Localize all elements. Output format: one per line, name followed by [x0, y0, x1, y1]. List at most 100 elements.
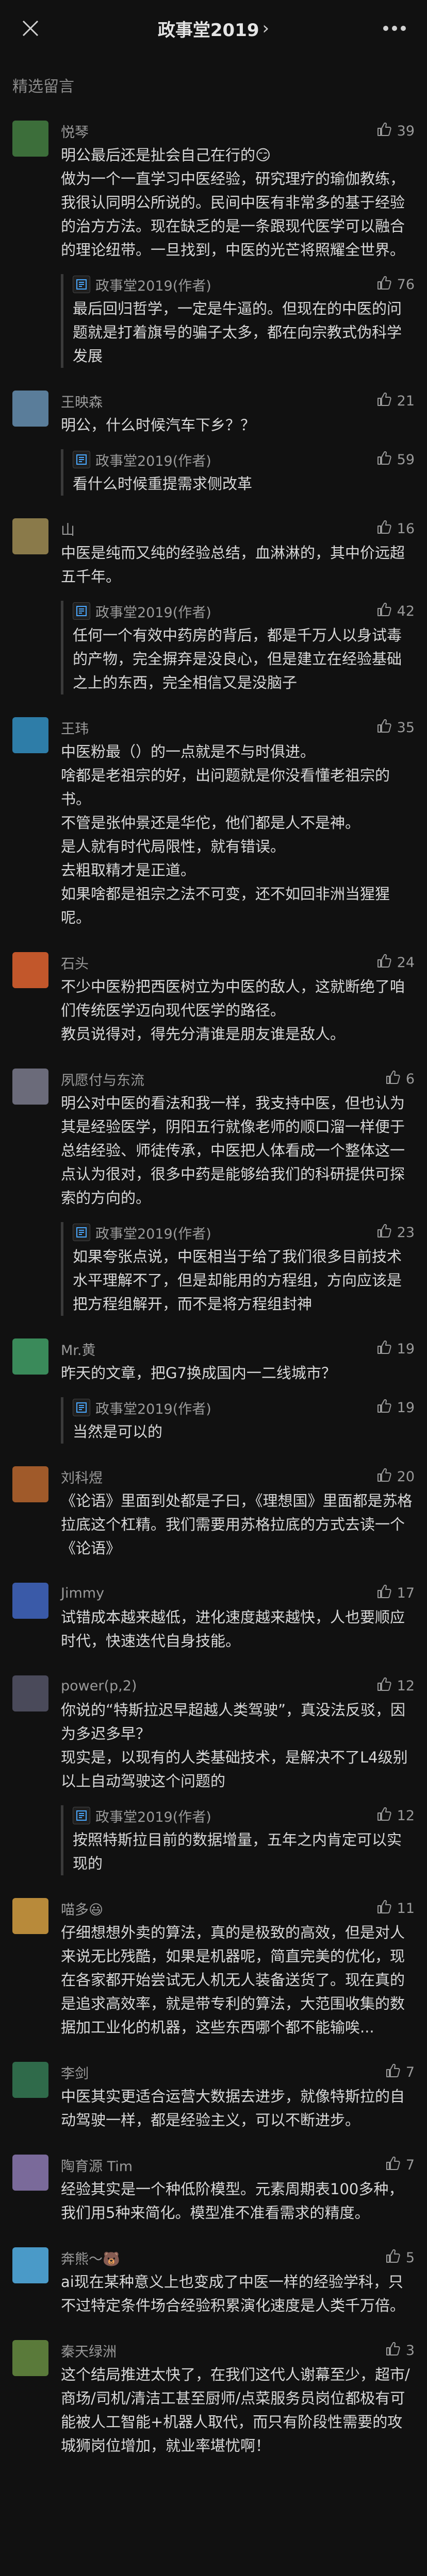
reply-header: 政事堂2019(作者) 59 — [73, 449, 415, 470]
author-logo-icon — [73, 1224, 90, 1241]
thumbs-up-icon — [385, 2248, 406, 2267]
reply-author-name: 政事堂2019(作者) — [95, 453, 211, 469]
close-icon[interactable] — [21, 19, 40, 38]
comment-text: 你说的“特斯拉迟早超越人类驾驶”，真没法反驳，因为多迟多早？ 现实是，以现有的人… — [61, 1701, 408, 1790]
comment-text: 中医是纯而又纯的经验总结，血淋淋的，其中价远超五千年。 — [61, 544, 405, 585]
comment-username[interactable]: 秦天绿洲 — [61, 2341, 117, 2361]
avatar[interactable] — [12, 2062, 48, 2098]
like-button[interactable]: 35 — [376, 718, 415, 737]
reply-like-button[interactable]: 19 — [376, 1398, 415, 1417]
reply-like-button[interactable]: 59 — [376, 450, 415, 469]
comment-text: ai现在某种意义上也变成了中医一样的经验学科，只不过特定条件场合经验积累演化速度… — [61, 2273, 405, 2314]
avatar[interactable] — [12, 1898, 48, 1934]
like-button[interactable]: 7 — [385, 2063, 415, 2082]
thumbs-up-icon — [376, 1467, 397, 1486]
reply-like-button[interactable]: 76 — [376, 275, 415, 294]
comment-item: 刘科煜 20 《论语》里面到处都是子曰，《理想国》里面都是苏格拉底这个杠精。我们需要… — [0, 1459, 427, 1575]
comment-body: 王映森 21 明公，什么时候汽车下乡？？ 政事堂2019(作者) 59 看什么时候重提需求… — [61, 391, 415, 496]
comment-header: 李剑 7 — [61, 2062, 415, 2082]
like-button[interactable]: 17 — [376, 1584, 415, 1603]
like-button[interactable]: 39 — [376, 122, 415, 141]
reply-author-name: 政事堂2019(作者) — [95, 604, 211, 621]
reply-like-button[interactable]: 42 — [376, 602, 415, 621]
avatar[interactable] — [12, 2155, 48, 2191]
like-button[interactable]: 21 — [376, 392, 415, 411]
article-title[interactable]: 政事堂2019 › — [158, 16, 269, 41]
comment-username[interactable]: 夙愿付与东流 — [61, 1069, 144, 1089]
like-button[interactable]: 6 — [385, 1070, 415, 1089]
comment-username[interactable]: 李剑 — [61, 2062, 89, 2082]
comment-username[interactable]: power(p,2) — [61, 1678, 137, 1694]
like-button[interactable]: 3 — [385, 2341, 415, 2360]
thumbs-up-icon — [376, 1223, 397, 1242]
article-title-text: 政事堂2019 — [157, 20, 259, 41]
reply-text: 任何一个有效中药房的背后，都是千万人以身试毒的产物，完全摒弃是没良心，但是建立在… — [73, 626, 402, 691]
avatar[interactable] — [12, 1338, 48, 1375]
comment-username[interactable]: 王玮 — [61, 718, 89, 738]
reply-indicator-bar — [61, 274, 63, 368]
thumbs-up-icon — [376, 122, 397, 141]
avatar[interactable] — [12, 717, 48, 753]
avatar[interactable] — [12, 1583, 48, 1619]
comment-item: 陶育源 Tim 7 经验其实是一个种低阶模型。元素周期表100多种，我们用5种来简化… — [0, 2147, 427, 2240]
reply-like-button[interactable]: 23 — [376, 1223, 415, 1242]
like-button[interactable]: 24 — [376, 953, 415, 972]
reply-text: 如果夸张点说，中医相当于给了我们很多目前技术水平理解不了，但是却能用的方程组，方… — [73, 1248, 402, 1313]
chevron-right-icon: › — [262, 18, 270, 39]
comment-username[interactable]: 悦琴 — [61, 121, 89, 141]
comment-item: 夙愿付与东流 6 明公对中医的看法和我一样，我支持中医，但也认为其是经验医学，阴阳五… — [0, 1061, 427, 1331]
comment-text: 仔细想想外卖的算法，真的是极致的高效，但是对人来说无比残酷，如果是机器呢，简直完… — [61, 1924, 405, 2036]
comment-username[interactable]: 石头 — [61, 953, 89, 973]
comment-text: 明公最后还是扯会自己在行的😏 做为一个一直学习中医经验，研究理疗的瑜伽教练，我很… — [61, 146, 405, 259]
avatar[interactable] — [12, 121, 48, 157]
comment-username[interactable]: 王映森 — [61, 391, 103, 411]
reply-body: 政事堂2019(作者) 12 按照特斯拉目前的数据增量，五年之内肯定可以实现的 — [73, 1805, 415, 1875]
author-reply: 政事堂2019(作者) 59 看什么时候重提需求侧改革 — [61, 449, 415, 496]
comment-item: Mr.黄 19 昨天的文章，把G7换成国内一二线城市？ 政事堂2019(作者) 19 当然… — [0, 1331, 427, 1459]
comment-username[interactable]: Mr.黄 — [61, 1339, 96, 1359]
comment-body: 山 16 中医是纯而又纯的经验总结，血淋淋的，其中价远超五千年。政事堂2019(作者… — [61, 518, 415, 694]
like-count: 35 — [397, 719, 415, 736]
comment-header: Mr.黄 19 — [61, 1338, 415, 1359]
avatar[interactable] — [12, 1675, 48, 1711]
avatar[interactable] — [12, 952, 48, 988]
comment-body: Mr.黄 19 昨天的文章，把G7换成国内一二线城市？ 政事堂2019(作者) 19 当然… — [61, 1338, 415, 1444]
comment-body: 石头 24 不少中医粉把西医树立为中医的敌人，这就断绝了咱们传统医学迈向现代医学的路… — [61, 952, 415, 1046]
avatar[interactable] — [12, 1466, 48, 1502]
like-button[interactable]: 7 — [385, 2156, 415, 2175]
like-count: 19 — [397, 1341, 415, 1357]
more-icon[interactable] — [383, 23, 406, 34]
reply-like-button[interactable]: 12 — [376, 1806, 415, 1825]
comment-username[interactable]: 刘科煜 — [61, 1467, 103, 1487]
like-count: 7 — [405, 2064, 415, 2080]
like-button[interactable]: 20 — [376, 1467, 415, 1486]
like-button[interactable]: 19 — [376, 1340, 415, 1359]
avatar[interactable] — [12, 1069, 48, 1105]
avatar[interactable] — [12, 2247, 48, 2283]
like-count: 24 — [397, 954, 415, 971]
like-button[interactable]: 5 — [385, 2248, 415, 2267]
reply-header: 政事堂2019(作者) 42 — [73, 601, 415, 621]
avatar[interactable] — [12, 518, 48, 554]
comment-body: 王玮 35 中医粉最（）的一点就是不与时俱进。 啥都是老祖宗的好，出问题就是你没看懂… — [61, 717, 415, 929]
reply-body: 政事堂2019(作者) 23 如果夸张点说，中医相当于给了我们很多目前技术水平理解不… — [73, 1222, 415, 1316]
comment-header: 王映森 21 — [61, 391, 415, 411]
reply-text: 当然是可以的 — [73, 1423, 163, 1440]
thumbs-up-icon — [376, 1676, 397, 1696]
comment-username[interactable]: 山 — [61, 519, 75, 539]
comment-username[interactable]: 陶育源 Tim — [61, 2155, 133, 2175]
avatar[interactable] — [12, 391, 48, 427]
like-button[interactable]: 11 — [376, 1899, 415, 1918]
comment-username[interactable]: 喵多😃 — [61, 1899, 103, 1919]
comment-body: 夙愿付与东流 6 明公对中医的看法和我一样，我支持中医，但也认为其是经验医学，阴阳五… — [61, 1069, 415, 1316]
avatar[interactable] — [12, 2340, 48, 2376]
comment-username[interactable]: Jimmy — [61, 1585, 104, 1601]
comment-username[interactable]: 奔熊～🐻 — [61, 2248, 120, 2268]
like-button[interactable]: 16 — [376, 519, 415, 538]
author-logo-icon — [73, 451, 90, 468]
reply-like-count: 42 — [397, 603, 415, 619]
like-button[interactable]: 12 — [376, 1676, 415, 1696]
comment-item: 山 16 中医是纯而又纯的经验总结，血淋淋的，其中价远超五千年。政事堂2019(作者… — [0, 511, 427, 710]
author-reply: 政事堂2019(作者) 23 如果夸张点说，中医相当于给了我们很多目前技术水平理解不… — [61, 1222, 415, 1316]
like-count: 16 — [397, 520, 415, 537]
